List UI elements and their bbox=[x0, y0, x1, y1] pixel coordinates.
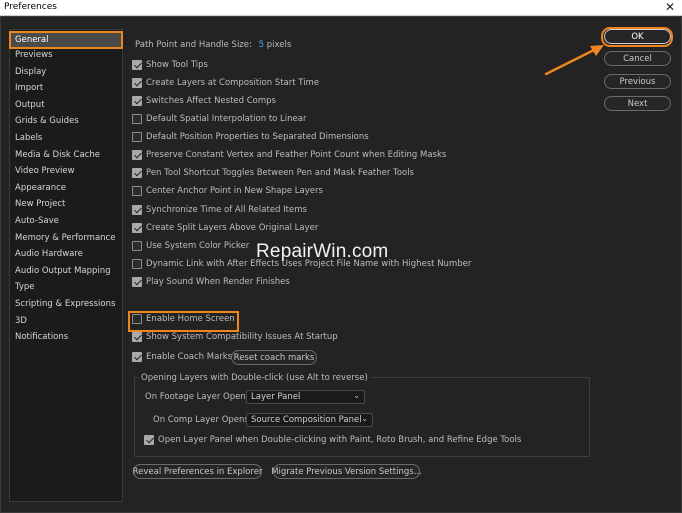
sidebar-item-3d[interactable]: 3D bbox=[10, 313, 122, 329]
option-label: Default Position Properties to Separated… bbox=[146, 132, 369, 142]
reset-coach-marks-button[interactable]: Reset coach marks bbox=[231, 350, 317, 365]
checkbox[interactable] bbox=[132, 60, 142, 70]
chevron-down-icon: ⌄ bbox=[361, 414, 368, 423]
option-label: Switches Affect Nested Comps bbox=[146, 96, 276, 106]
footage-layer-select[interactable]: Layer Panel ⌄ bbox=[246, 390, 365, 404]
option-preserve-vertex-count[interactable]: Preserve Constant Vertex and Feather Poi… bbox=[132, 148, 446, 162]
checkbox[interactable] bbox=[132, 114, 142, 124]
option-label: Default Spatial Interpolation to Linear bbox=[146, 114, 307, 124]
option-split-layers-above[interactable]: Create Split Layers Above Original Layer bbox=[132, 221, 318, 235]
option-label: Synchronize Time of All Related Items bbox=[146, 205, 307, 215]
close-icon[interactable]: ✕ bbox=[665, 0, 675, 15]
sidebar-item-appearance[interactable]: Appearance bbox=[10, 180, 122, 196]
checkbox[interactable] bbox=[132, 186, 142, 196]
option-show-tool-tips[interactable]: Show Tool Tips bbox=[132, 58, 208, 72]
category-list: General Previews Display Import Output G… bbox=[9, 29, 123, 502]
reveal-preferences-button[interactable]: Reveal Preferences in Explorer bbox=[133, 464, 262, 479]
sidebar-item-labels[interactable]: Labels bbox=[10, 130, 122, 146]
path-point-value[interactable]: 5 bbox=[259, 40, 264, 50]
sidebar-item-audio-hardware[interactable]: Audio Hardware bbox=[10, 246, 122, 262]
option-switches-nested-comps[interactable]: Switches Affect Nested Comps bbox=[132, 94, 276, 108]
sidebar-item-import[interactable]: Import bbox=[10, 80, 122, 96]
option-enable-home-screen[interactable]: Enable Home Screen bbox=[132, 312, 235, 326]
sidebar-item-general[interactable]: General bbox=[9, 31, 123, 49]
sidebar-item-type[interactable]: Type bbox=[10, 279, 122, 295]
option-system-color-picker[interactable]: Use System Color Picker bbox=[132, 239, 249, 253]
option-label: Create Layers at Composition Start Time bbox=[146, 78, 320, 88]
window-title: Preferences bbox=[4, 2, 57, 12]
sidebar-item-previews[interactable]: Previews bbox=[10, 47, 122, 63]
watermark: RepairWin.com bbox=[256, 241, 389, 262]
checkbox[interactable] bbox=[132, 241, 142, 251]
checkbox[interactable] bbox=[132, 277, 142, 287]
sidebar-item-display[interactable]: Display bbox=[10, 64, 122, 80]
ok-button[interactable]: OK bbox=[604, 29, 671, 44]
option-play-sound[interactable]: Play Sound When Render Finishes bbox=[132, 275, 290, 289]
sidebar-item-auto-save[interactable]: Auto-Save bbox=[10, 213, 122, 229]
option-label: Center Anchor Point in New Shape Layers bbox=[146, 186, 323, 196]
previous-button[interactable]: Previous bbox=[604, 74, 671, 89]
option-label: Open Layer Panel when Double-clicking wi… bbox=[158, 435, 522, 445]
checkbox[interactable] bbox=[132, 150, 142, 160]
path-point-setting: Path Point and Handle Size: 5 pixels bbox=[135, 40, 291, 50]
comp-layer-select[interactable]: Source Composition Panel ⌄ bbox=[246, 413, 373, 427]
option-label: Show System Compatibility Issues At Star… bbox=[146, 332, 338, 342]
option-enable-coach-marks[interactable]: Enable Coach Marks bbox=[132, 350, 232, 364]
migrate-settings-button[interactable]: Migrate Previous Version Settings... bbox=[271, 464, 422, 479]
option-label: Enable Home Screen bbox=[146, 314, 235, 324]
option-label: Create Split Layers Above Original Layer bbox=[146, 223, 319, 233]
option-label: Use System Color Picker bbox=[146, 241, 250, 251]
title-bar: Preferences ✕ bbox=[0, 0, 682, 16]
sidebar-item-notifications[interactable]: Notifications bbox=[10, 329, 122, 345]
checkbox[interactable] bbox=[132, 205, 142, 215]
checkbox[interactable] bbox=[132, 223, 142, 233]
option-label: Play Sound When Render Finishes bbox=[146, 277, 290, 287]
option-synchronize-time[interactable]: Synchronize Time of All Related Items bbox=[132, 203, 307, 217]
arrow-annotation-icon bbox=[544, 45, 604, 76]
chevron-down-icon: ⌄ bbox=[353, 391, 360, 400]
checkbox[interactable] bbox=[132, 259, 142, 269]
option-show-compatibility-issues[interactable]: Show System Compatibility Issues At Star… bbox=[132, 330, 338, 344]
checkbox[interactable] bbox=[144, 435, 154, 445]
path-point-label: Path Point and Handle Size: bbox=[135, 40, 252, 50]
checkbox[interactable] bbox=[132, 78, 142, 88]
option-pen-tool-toggle[interactable]: Pen Tool Shortcut Toggles Between Pen an… bbox=[132, 166, 414, 180]
path-point-unit: pixels bbox=[266, 40, 292, 50]
select-value: Layer Panel bbox=[251, 392, 301, 402]
checkbox[interactable] bbox=[132, 314, 142, 324]
footage-layer-label: On Footage Layer Opens: bbox=[145, 392, 254, 402]
sidebar-item-scripting-expressions[interactable]: Scripting & Expressions bbox=[10, 296, 122, 312]
option-create-layers-start-time[interactable]: Create Layers at Composition Start Time bbox=[132, 76, 319, 90]
option-separated-dimensions[interactable]: Default Position Properties to Separated… bbox=[132, 130, 369, 144]
sidebar-item-audio-output-mapping[interactable]: Audio Output Mapping bbox=[10, 263, 122, 279]
sidebar-item-output[interactable]: Output bbox=[10, 97, 122, 113]
option-label: Pen Tool Shortcut Toggles Between Pen an… bbox=[146, 168, 414, 178]
option-open-layer-panel[interactable]: Open Layer Panel when Double-clicking wi… bbox=[144, 433, 521, 447]
checkbox[interactable] bbox=[132, 168, 142, 178]
checkbox[interactable] bbox=[132, 96, 142, 106]
comp-layer-label: On Comp Layer Opens: bbox=[153, 415, 252, 425]
option-center-anchor-point[interactable]: Center Anchor Point in New Shape Layers bbox=[132, 184, 323, 198]
sidebar-item-media-disk-cache[interactable]: Media & Disk Cache bbox=[10, 147, 122, 163]
option-label: Show Tool Tips bbox=[146, 60, 208, 70]
option-label: Preserve Constant Vertex and Feather Poi… bbox=[146, 150, 447, 160]
sidebar-item-new-project[interactable]: New Project bbox=[10, 196, 122, 212]
group-title: Opening Layers with Double-click (use Al… bbox=[138, 373, 371, 383]
next-button[interactable]: Next bbox=[604, 96, 671, 111]
option-spatial-interpolation-linear[interactable]: Default Spatial Interpolation to Linear bbox=[132, 112, 306, 126]
select-value: Source Composition Panel bbox=[251, 415, 362, 425]
checkbox[interactable] bbox=[132, 332, 142, 342]
checkbox[interactable] bbox=[132, 132, 142, 142]
cancel-button[interactable]: Cancel bbox=[604, 51, 671, 66]
checkbox[interactable] bbox=[132, 352, 142, 362]
sidebar-item-grids-guides[interactable]: Grids & Guides bbox=[10, 113, 122, 129]
sidebar-item-video-preview[interactable]: Video Preview bbox=[10, 163, 122, 179]
sidebar-item-memory-performance[interactable]: Memory & Performance bbox=[10, 230, 122, 246]
option-label: Enable Coach Marks bbox=[146, 352, 233, 362]
